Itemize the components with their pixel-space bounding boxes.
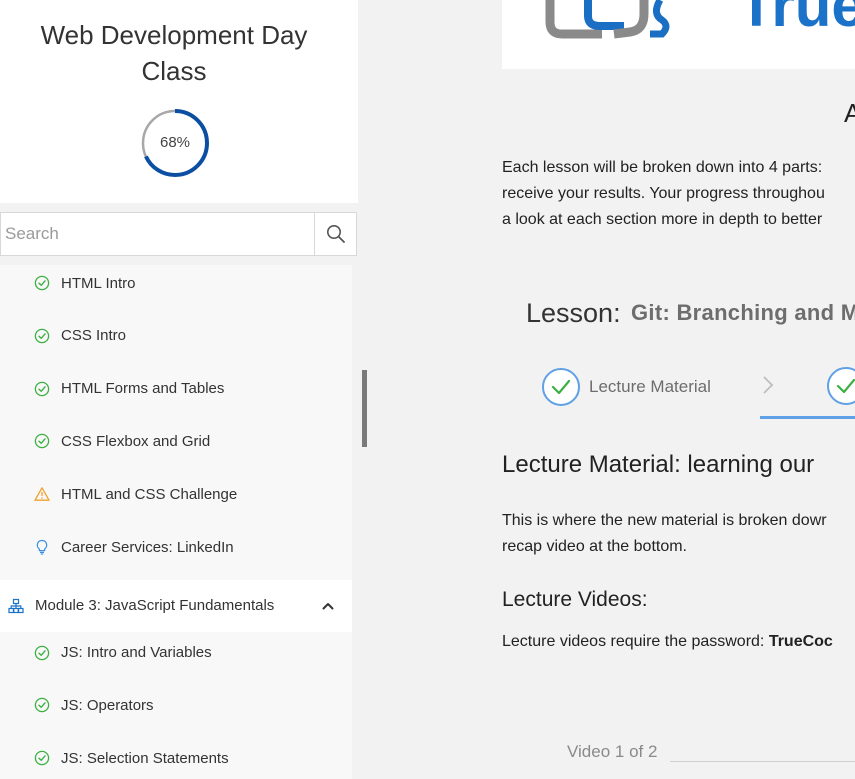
lesson-item-label: JS: Selection Statements bbox=[61, 749, 229, 767]
progress-percent: 68% bbox=[159, 134, 191, 151]
brand-logo-text: True bbox=[738, 0, 855, 39]
check-icon bbox=[551, 379, 571, 395]
check-circle-icon bbox=[34, 328, 50, 344]
lesson-list: HTML Intro CSS Intro HTML Forms and Tables… bbox=[0, 265, 352, 779]
search-box bbox=[0, 212, 357, 256]
password-prefix: Lecture videos require the password: bbox=[502, 633, 769, 650]
lesson-item-label: HTML Intro bbox=[61, 274, 136, 292]
course-header-card: Web Development Day Class 68% bbox=[0, 0, 358, 203]
chevron-up-icon[interactable] bbox=[320, 598, 336, 614]
step-check-badge bbox=[542, 368, 580, 406]
lecture-line-2: recap video at the bottom. bbox=[502, 538, 687, 555]
lecture-paragraph: This is where the new material is broken… bbox=[502, 508, 827, 560]
course-title: Web Development Day Class bbox=[0, 17, 348, 89]
lesson-item-label: JS: Operators bbox=[61, 696, 154, 714]
lesson-item[interactable]: JS: Operators bbox=[0, 682, 352, 728]
video-counter: Video 1 of 2 bbox=[567, 742, 658, 761]
check-circle-icon bbox=[34, 645, 50, 661]
video-divider bbox=[670, 761, 855, 762]
search-icon bbox=[327, 225, 345, 243]
lesson-item[interactable]: JS: Intro and Variables bbox=[0, 630, 352, 676]
course-title-line-1: Web Development Day bbox=[40, 20, 308, 50]
lecture-title: Lecture Material: learning our bbox=[502, 451, 815, 478]
active-step-underline bbox=[760, 416, 855, 419]
module-title: Module 3: JavaScript Fundamentals bbox=[35, 596, 275, 614]
lesson-item-label: CSS Intro bbox=[61, 327, 127, 345]
lesson-item[interactable]: HTML and CSS Challenge bbox=[0, 471, 352, 517]
intro-line-1: Each lesson will be broken down into 4 p… bbox=[502, 159, 823, 176]
brand-logo: True bbox=[545, 0, 855, 39]
module-tree-icon bbox=[8, 598, 24, 614]
lesson-item[interactable]: CSS Intro bbox=[0, 313, 352, 359]
check-circle-icon bbox=[34, 381, 50, 397]
check-icon bbox=[836, 378, 855, 394]
warning-triangle-icon bbox=[34, 486, 50, 502]
brand-logo-banner: True bbox=[502, 0, 855, 69]
course-title-line-2: Class bbox=[141, 56, 207, 86]
lesson-name: Git: Branching and M bbox=[631, 300, 855, 325]
check-circle-icon bbox=[34, 275, 50, 291]
check-circle-icon bbox=[34, 697, 50, 713]
lecture-line-1: This is where the new material is broken… bbox=[502, 512, 827, 529]
lesson-item[interactable]: CSS Flexbox and Grid bbox=[0, 418, 352, 464]
intro-line-3: a look at each section more in depth to … bbox=[502, 211, 823, 228]
lesson-item-label: HTML Forms and Tables bbox=[61, 380, 225, 398]
intro-paragraph: Each lesson will be broken down into 4 p… bbox=[502, 155, 855, 233]
lesson-item-label: CSS Flexbox and Grid bbox=[61, 432, 211, 450]
lesson-item-label: Career Services: LinkedIn bbox=[61, 538, 234, 556]
password-value: TrueCoc bbox=[768, 633, 833, 650]
sidebar-scrollbar-thumb[interactable] bbox=[362, 370, 367, 447]
password-note: Lecture videos require the password: Tru… bbox=[502, 633, 833, 651]
lesson-item[interactable]: HTML Forms and Tables bbox=[0, 366, 352, 412]
lightbulb-icon bbox=[34, 539, 50, 555]
lesson-item[interactable]: Career Services: LinkedIn bbox=[0, 524, 352, 570]
step-lecture-material[interactable]: Lecture Material bbox=[542, 367, 711, 407]
lesson-item[interactable]: HTML Intro bbox=[0, 265, 352, 306]
lesson-content: True A Each lesson will be broken down i… bbox=[370, 0, 855, 779]
lesson-item[interactable]: JS: Selection Statements bbox=[0, 735, 352, 779]
search-button[interactable] bbox=[314, 213, 357, 255]
check-circle-icon bbox=[34, 433, 50, 449]
module-header-javascript-fundamentals[interactable]: Module 3: JavaScript Fundamentals bbox=[0, 579, 352, 632]
section-heading: A bbox=[844, 98, 855, 128]
lesson-item-label: JS: Intro and Variables bbox=[61, 644, 212, 662]
intro-line-2: receive your results. Your progress thro… bbox=[502, 185, 825, 202]
step-next[interactable] bbox=[827, 367, 855, 405]
lesson-label: Lesson: bbox=[526, 298, 621, 328]
chevron-right-icon bbox=[763, 376, 774, 394]
check-circle-icon bbox=[34, 750, 50, 766]
course-sidebar: Web Development Day Class 68% HTML Intro… bbox=[0, 0, 367, 779]
lecture-videos-heading: Lecture Videos: bbox=[502, 588, 648, 611]
course-progress-ring: 68% bbox=[141, 109, 209, 177]
step-lecture-material-label: Lecture Material bbox=[589, 377, 711, 396]
search-input[interactable] bbox=[1, 213, 314, 255]
lesson-item-label: HTML and CSS Challenge bbox=[61, 485, 238, 503]
